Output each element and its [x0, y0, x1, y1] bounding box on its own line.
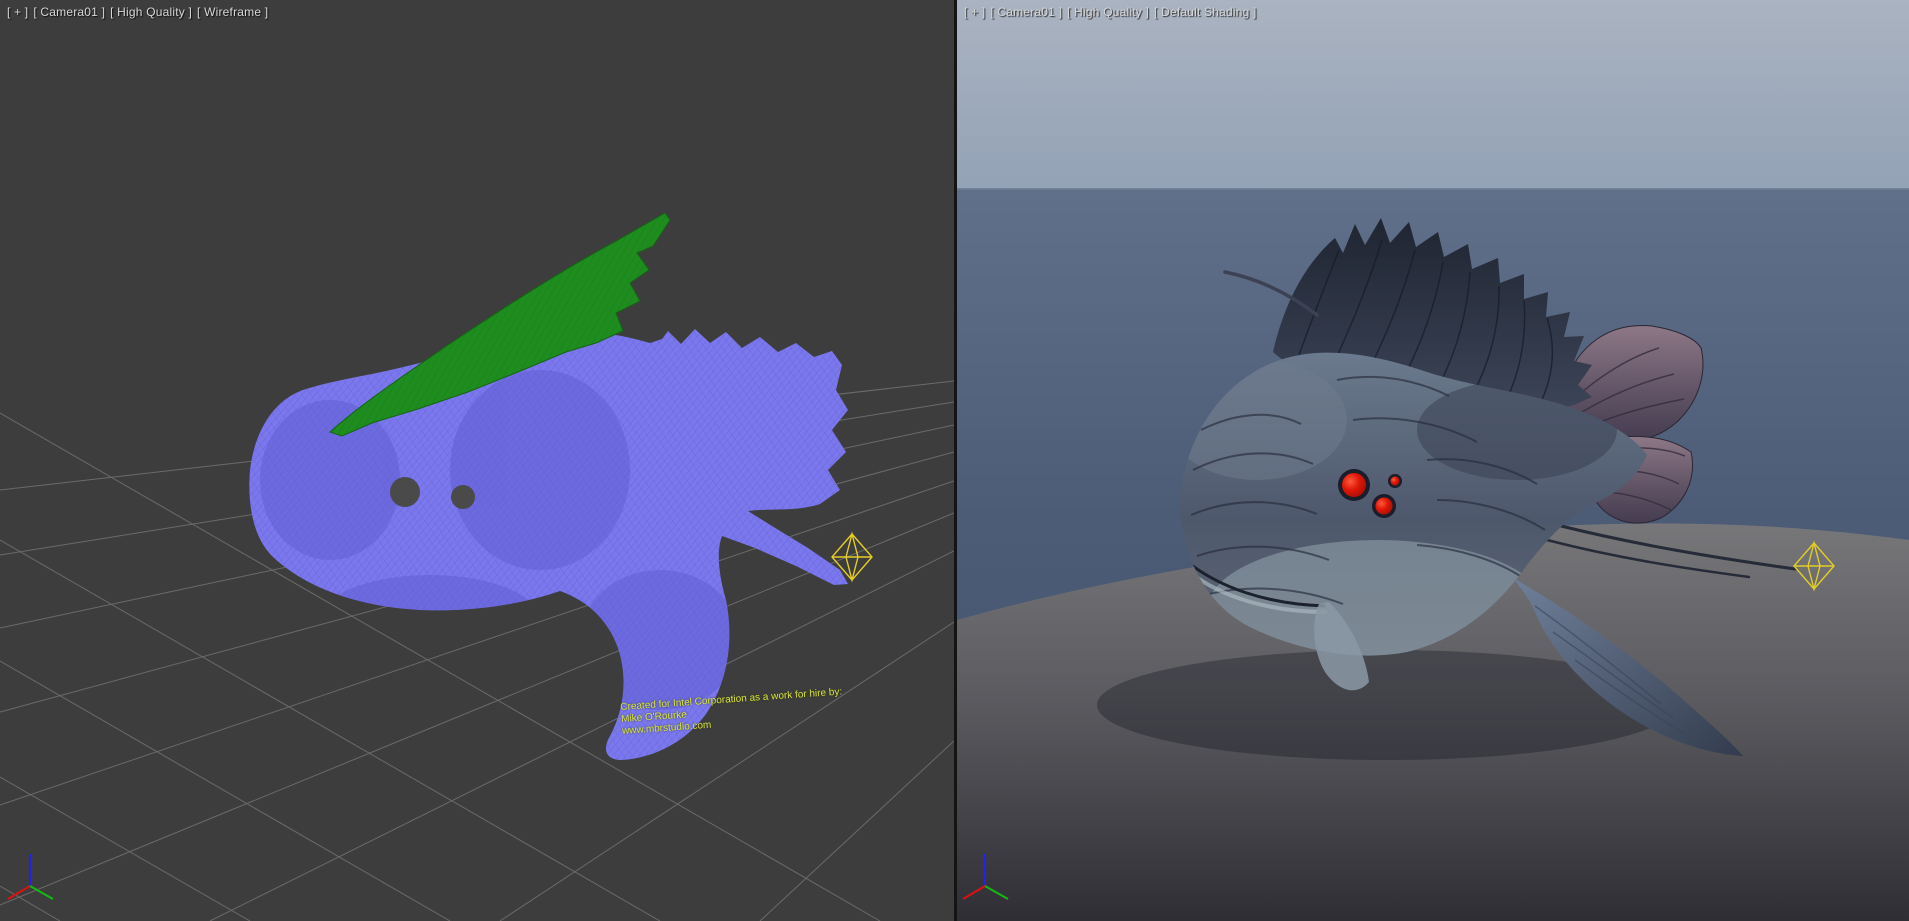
shaded-scene	[957, 0, 1909, 921]
eye-socket-hole	[451, 485, 475, 509]
viewport-wireframe[interactable]: [ + ] [ Camera01 ] [ High Quality ] [ Wiref…	[0, 0, 954, 921]
wireframe-scene	[0, 0, 954, 921]
dual-viewport-stage: [ + ] [ Camera01 ] [ High Quality ] [ Wiref…	[0, 0, 1909, 921]
viewport-menu-pov[interactable]: [ Camera01 ]	[33, 5, 105, 19]
creature-model-wireframe[interactable]	[249, 213, 848, 760]
viewport-menu-general[interactable]: [ + ]	[7, 5, 28, 19]
viewport-label-right: [ + ] [ Camera01 ] [ High Quality ] [ Defau…	[964, 5, 1262, 19]
sky-background	[957, 0, 1909, 190]
viewport-menu-shading[interactable]: [ Default Shading ]	[1154, 5, 1257, 19]
horizon-line	[957, 188, 1909, 190]
viewport-menu-quality[interactable]: [ High Quality ]	[1067, 5, 1149, 19]
viewport-shaded[interactable]: [ + ] [ Camera01 ] [ High Quality ] [ Defau…	[957, 0, 1909, 921]
eye-socket-hole	[390, 477, 420, 507]
viewport-menu-general[interactable]: [ + ]	[964, 5, 985, 19]
viewport-menu-pov[interactable]: [ Camera01 ]	[990, 5, 1062, 19]
viewport-menu-shading[interactable]: [ Wireframe ]	[197, 5, 268, 19]
viewport-menu-quality[interactable]: [ High Quality ]	[110, 5, 192, 19]
viewport-label-left: [ + ] [ Camera01 ] [ High Quality ] [ Wiref…	[7, 5, 273, 19]
